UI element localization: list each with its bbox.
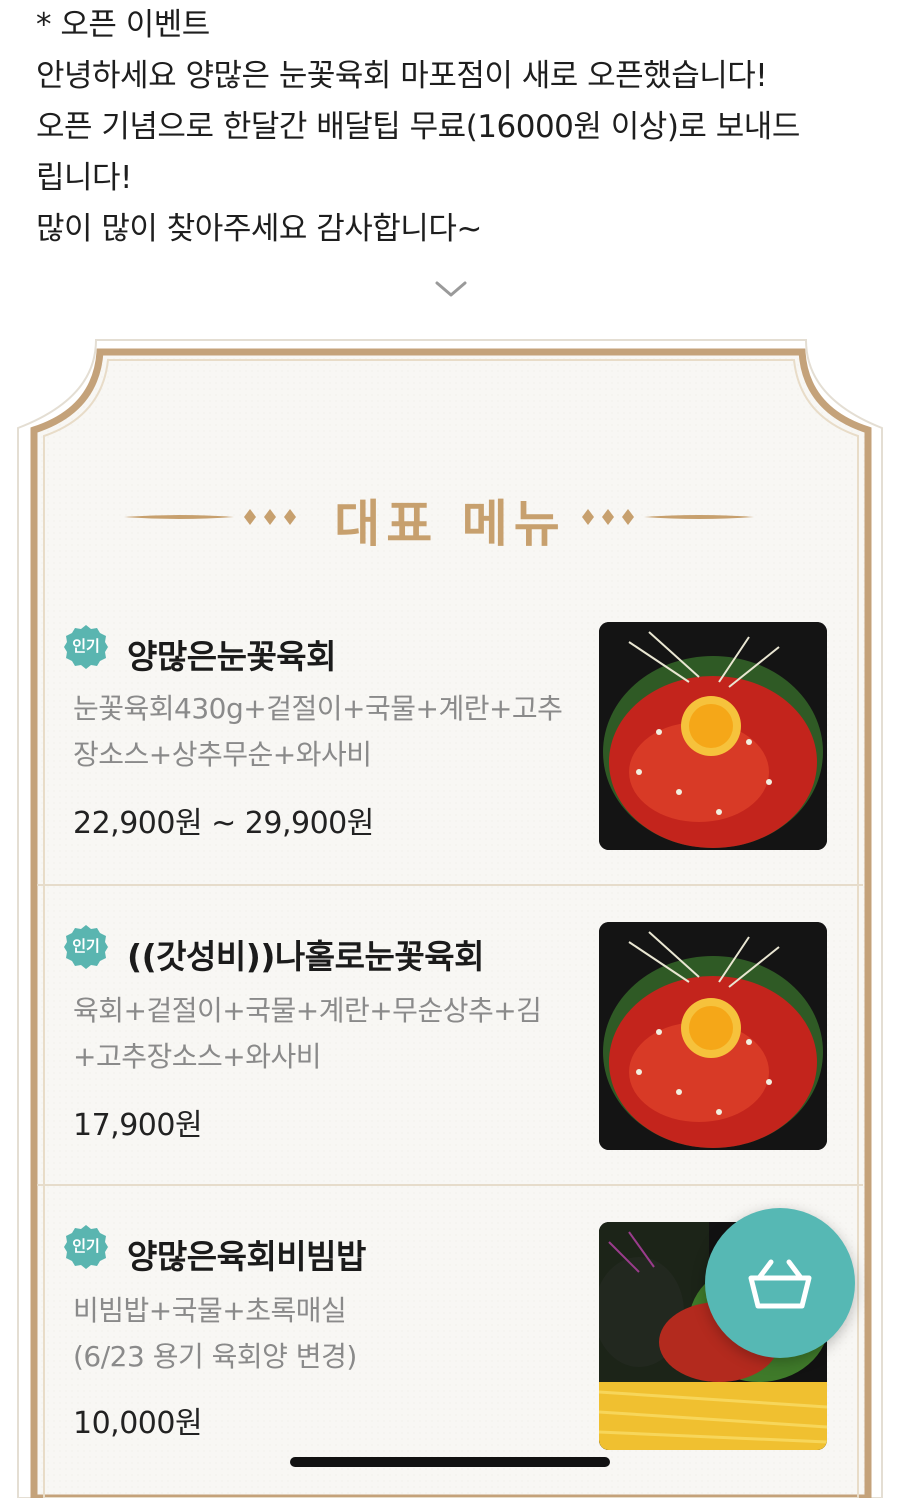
- item-desc-line: (6/23 용기 육회양 변경): [73, 1340, 357, 1373]
- basket-icon: [748, 1259, 812, 1309]
- item-desc-line: +고추장소스+와사비: [73, 1040, 322, 1073]
- item-description: 육회+겉절이+국물+계란+무순상추+김 +고추장소스+와사비: [73, 988, 573, 1080]
- badge-label: 인기: [72, 937, 100, 955]
- popular-badge: 인기: [63, 924, 109, 970]
- notice-line: 오픈 기념으로 한달간 배달팁 무료(16000원 이상)로 보내드: [36, 109, 800, 145]
- item-price: 22,900원 ~ 29,900원: [73, 806, 374, 841]
- item-price: 10,000원: [73, 1406, 203, 1441]
- food-photo[interactable]: [599, 622, 827, 850]
- notice-line: 많이 많이 찾아주세요 감사합니다~: [36, 211, 482, 247]
- item-price: 17,900원: [73, 1108, 203, 1143]
- home-indicator[interactable]: [290, 1457, 610, 1467]
- item-description: 눈꽃육회430g+겉절이+국물+계란+고추 장소스+상추무순+와사비: [73, 686, 573, 778]
- food-photo[interactable]: [599, 922, 827, 1150]
- section-header: 대표 메뉴: [0, 478, 900, 558]
- cart-button[interactable]: [705, 1208, 855, 1358]
- notice-line: 안녕하세요 양많은 눈꽃육회 마포점이 새로 오픈했습니다!: [36, 58, 768, 94]
- item-name: 양많은육회비빔밥: [127, 1237, 366, 1276]
- badge-label: 인기: [72, 637, 100, 655]
- item-desc-line: 눈꽃육회430g+겉절이+국물+계란+고추: [73, 692, 563, 725]
- item-desc-line: 육회+겉절이+국물+계란+무순상추+김: [73, 994, 542, 1027]
- badge-label: 인기: [72, 1237, 100, 1255]
- notice-line: * 오픈 이벤트: [36, 7, 210, 43]
- item-name: 양많은눈꽃육회: [127, 637, 337, 676]
- item-name: ((갓성비))나홀로눈꽃육회: [127, 937, 484, 976]
- popular-badge: 인기: [63, 624, 109, 670]
- store-notice: * 오픈 이벤트 안녕하세요 양많은 눈꽃육회 마포점이 새로 오픈했습니다! …: [36, 0, 876, 255]
- left-ornament-icon: [124, 509, 296, 525]
- menu-item[interactable]: 인기 양많은눈꽃육회 눈꽃육회430g+겉절이+국물+계란+고추 장소스+상추무…: [37, 586, 863, 886]
- item-desc-line: 비빔밥+국물+초록매실: [73, 1294, 347, 1327]
- right-ornament-icon: [582, 509, 754, 525]
- section-title: 대표 메뉴: [334, 495, 566, 553]
- menu-item[interactable]: 인기 ((갓성비))나홀로눈꽃육회 육회+겉절이+국물+계란+무순상추+김 +고…: [37, 884, 863, 1186]
- item-description: 비빔밥+국물+초록매실 (6/23 용기 육회양 변경): [73, 1288, 573, 1380]
- popular-badge: 인기: [63, 1224, 109, 1270]
- item-desc-line: 장소스+상추무순+와사비: [73, 738, 372, 771]
- chevron-down-icon[interactable]: [434, 278, 468, 300]
- notice-line: 립니다!: [36, 160, 133, 196]
